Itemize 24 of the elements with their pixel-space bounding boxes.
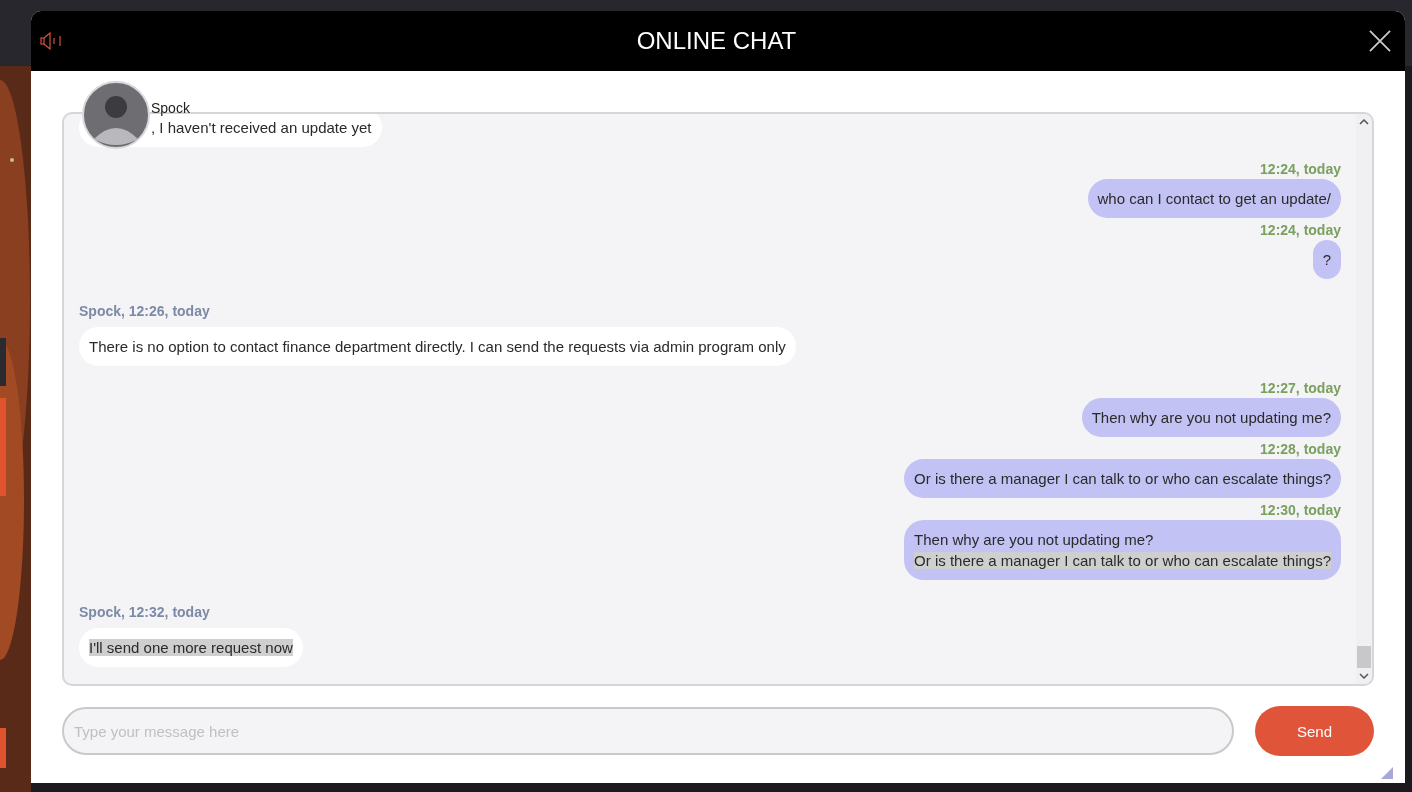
message-bubble: I'll send one more request now	[79, 628, 303, 667]
scroll-down-icon[interactable]	[1359, 673, 1369, 679]
message-bubble: Or is there a manager I can talk to or who can escalate things?	[904, 459, 1341, 498]
close-icon[interactable]	[1369, 30, 1391, 52]
timestamp: 12:28, today	[1260, 440, 1341, 459]
scroll-thumb[interactable]	[1357, 646, 1371, 668]
speaker-icon[interactable]	[40, 31, 64, 51]
send-button[interactable]: Send	[1255, 706, 1374, 756]
scroll-up-icon[interactable]	[1359, 119, 1369, 125]
scrollbar[interactable]	[1356, 114, 1372, 684]
sender-time: Spock, 12:26, today	[79, 302, 210, 321]
message-bubble: Then why are you not updating me? Or is there a manager I can talk to or who can escalate things?	[904, 520, 1341, 580]
message-bubble: who can I contact to get an update/	[1087, 179, 1341, 218]
timestamp: 12:27, today	[1260, 379, 1341, 398]
sender-time: Spock, 12:32, today	[79, 603, 210, 622]
timestamp: 12:24, today	[1260, 221, 1341, 240]
message-bubble: Then why are you not updating me?	[1081, 398, 1341, 437]
window-title: ONLINE CHAT	[635, 27, 798, 55]
resize-handle-icon[interactable]	[1381, 767, 1393, 779]
timestamp: 12:30, today	[1260, 501, 1341, 520]
timestamp: 12:24, today	[1260, 160, 1341, 179]
message-bubble: There is no option to contact finance department directly. I can send the requests via admin program only	[79, 327, 796, 366]
agent-name: Spock	[151, 100, 190, 116]
message-bubble: ?	[1312, 240, 1341, 279]
